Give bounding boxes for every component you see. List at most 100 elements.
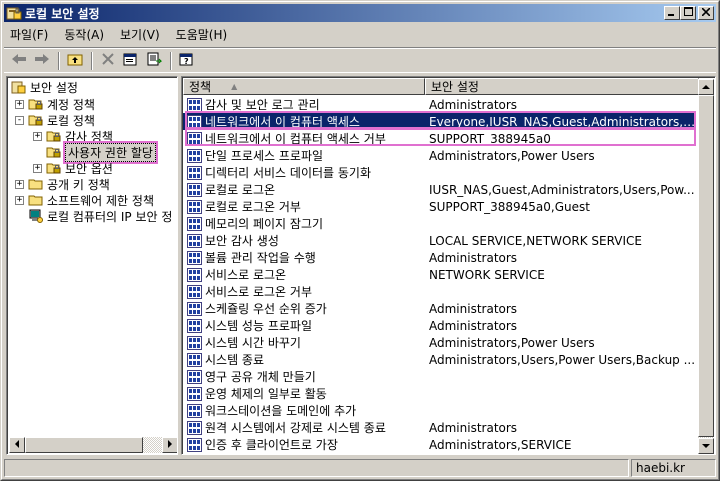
tree-item-label: 보안 설정: [30, 80, 78, 95]
properties-button[interactable]: [120, 51, 142, 71]
policy-name-cell: 서비스로 로그온 거부: [183, 283, 425, 300]
policy-name-cell: 감사 및 보안 로그 관리: [183, 96, 425, 113]
policy-icon: [187, 199, 202, 214]
list-vertical-scrollbar[interactable]: [698, 79, 714, 454]
policy-row[interactable]: 영구 공유 개체 만들기: [183, 368, 696, 385]
expand-icon[interactable]: +: [15, 179, 24, 189]
policy-row[interactable]: 서비스로 로그온 거부: [183, 283, 696, 300]
expand-icon[interactable]: +: [33, 163, 42, 173]
policy-row[interactable]: 인증 후 클라이언트로 가장 Administrators,SERVICE: [183, 436, 696, 453]
status-bar: haebi.kr: [4, 459, 716, 477]
tree-item-root[interactable]: 보안 설정: [11, 79, 78, 95]
svg-text:?: ?: [184, 57, 189, 66]
close-icon: [701, 6, 711, 19]
policy-row[interactable]: 디렉터리 서비스 데이터를 동기화: [183, 164, 696, 181]
back-arrow-icon: [11, 53, 27, 68]
security-setting-cell: Everyone,IUSR_NAS,Guest,Administrators,U…: [429, 114, 696, 129]
menu-file[interactable]: 파일(F): [4, 26, 54, 43]
column-header-policy[interactable]: 정책 ▲: [183, 78, 425, 95]
policy-row[interactable]: 메모리의 페이지 잠그기: [183, 215, 696, 232]
tree-item-label: 계정 정책: [47, 97, 95, 112]
up-folder-button[interactable]: [64, 51, 86, 71]
policy-name: 로컬로 로그온: [205, 183, 276, 197]
tree-item-public-key-policy[interactable]: + 공개 키 정책: [15, 176, 110, 192]
tree-item-software-restriction[interactable]: + 소프트웨어 제한 정책: [15, 192, 154, 208]
policy-row[interactable]: 네트워크에서 이 컴퓨터 액세스 거부 SUPPORT_388945a0: [183, 130, 696, 147]
arrow-up-icon: [702, 83, 710, 92]
back-button[interactable]: [8, 51, 30, 71]
scroll-left-button[interactable]: [9, 437, 25, 453]
security-setting-cell: SUPPORT_388945a0,Guest: [429, 199, 590, 214]
status-text: [4, 459, 629, 477]
security-settings-icon: [6, 5, 22, 21]
maximize-button[interactable]: [680, 6, 696, 20]
policy-name: 영구 공유 개체 만들기: [205, 370, 316, 384]
policy-row[interactable]: 로컬로 로그온 거부 SUPPORT_388945a0,Guest: [183, 198, 696, 215]
policy-row[interactable]: 보안 감사 생성 LOCAL SERVICE,NETWORK SERVICE: [183, 232, 696, 249]
close-button[interactable]: [698, 6, 714, 20]
menu-help[interactable]: 도움말(H): [170, 26, 234, 43]
scroll-track[interactable]: [25, 437, 162, 453]
expand-icon[interactable]: +: [33, 131, 42, 141]
locked-folder-icon: [46, 129, 62, 143]
menu-view[interactable]: 보기(V): [114, 26, 166, 43]
tree-item-account-policy[interactable]: + 계정 정책: [15, 96, 95, 112]
security-setting-cell: NETWORK SERVICE: [429, 267, 545, 282]
forward-button[interactable]: [31, 51, 53, 71]
scroll-thumb[interactable]: [698, 95, 714, 437]
scroll-down-button[interactable]: [698, 438, 714, 454]
policy-row[interactable]: 서비스로 로그온 NETWORK SERVICE: [183, 266, 696, 283]
policy-name: 시스템 시간 바꾸기: [205, 336, 301, 350]
policy-icon: [187, 318, 202, 333]
policy-name-cell: 네트워크에서 이 컴퓨터 액세스: [183, 113, 425, 130]
minimize-button[interactable]: [664, 6, 680, 20]
policy-row[interactable]: 로컬로 로그온 IUSR_NAS,Guest,Administrators,Use…: [183, 181, 696, 198]
arrow-down-icon: [702, 442, 710, 451]
security-setting-cell: Administrators: [429, 97, 518, 112]
policy-name-cell: 운영 체제의 일부로 활동: [183, 385, 425, 402]
help-button[interactable]: ?: [176, 51, 198, 71]
policy-name-cell: 일괄 작업으로 로그온: [183, 453, 425, 454]
policy-name: 네트워크에서 이 컴퓨터 액세스 거부: [205, 132, 386, 146]
security-setting-cell: Administrators,Power Users: [429, 335, 595, 350]
scroll-up-button[interactable]: [698, 79, 714, 95]
policy-row[interactable]: 시스템 성능 프로파일 Administrators: [183, 317, 696, 334]
collapse-icon[interactable]: -: [15, 115, 24, 125]
menu-action[interactable]: 동작(A): [58, 26, 110, 43]
expand-icon[interactable]: +: [15, 99, 24, 109]
policy-row[interactable]: 운영 체제의 일부로 활동: [183, 385, 696, 402]
policy-row[interactable]: 스케쥴링 우선 순위 증가 Administrators: [183, 300, 696, 317]
column-header-setting[interactable]: 보안 설정: [425, 78, 699, 95]
policy-row[interactable]: 워크스테이션을 도메인에 추가: [183, 402, 696, 419]
scroll-right-button[interactable]: [162, 437, 177, 453]
folder-icon: [28, 177, 44, 191]
tree-item-local-policy[interactable]: - 로컬 정책: [15, 112, 95, 128]
policy-name: 워크스테이션을 도메인에 추가: [205, 404, 357, 418]
policy-row[interactable]: 감사 및 보안 로그 관리 Administrators: [183, 96, 696, 113]
tree-item-user-rights-assignment[interactable]: 사용자 권한 할당: [46, 140, 158, 164]
export-list-button[interactable]: [143, 51, 165, 71]
policy-icon: [187, 267, 202, 282]
policy-name-cell: 서비스로 로그온: [183, 266, 425, 283]
arrow-left-icon: [14, 440, 20, 450]
title-bar[interactable]: 로컬 보안 설정: [4, 4, 716, 22]
tree-item-security-options[interactable]: + 보안 옵션: [33, 160, 113, 176]
scroll-thumb[interactable]: [25, 437, 143, 453]
policy-name-cell: 스케쥴링 우선 순위 증가: [183, 300, 425, 317]
expand-icon[interactable]: +: [15, 195, 24, 205]
policy-row[interactable]: 단일 프로세스 프로파일 Administrators,Power Users: [183, 147, 696, 164]
policy-name-cell: 볼륨 관리 작업을 수행: [183, 249, 425, 266]
policy-row[interactable]: 네트워크에서 이 컴퓨터 액세스 Everyone,IUSR_NAS,Guest,…: [183, 113, 696, 130]
policy-row[interactable]: 원격 시스템에서 강제로 시스템 종료 Administrators: [183, 419, 696, 436]
policy-row[interactable]: 볼륨 관리 작업을 수행 Administrators: [183, 249, 696, 266]
tree-item-ip-security[interactable]: 로컬 컴퓨터의 IP 보안 정: [15, 208, 172, 224]
policy-name-cell: 인증 후 클라이언트로 가장: [183, 436, 425, 453]
delete-button[interactable]: [97, 51, 119, 71]
policy-row[interactable]: 일괄 작업으로 로그온SUPPORT_388945a0,IUSR_NAS: [183, 453, 696, 454]
policy-row[interactable]: 시스템 종료 Administrators,Users,Power Users,B…: [183, 351, 696, 368]
policy-row[interactable]: 시스템 시간 바꾸기 Administrators,Power Users: [183, 334, 696, 351]
tree-item-label: 공개 키 정책: [47, 177, 110, 192]
policy-name-cell: 원격 시스템에서 강제로 시스템 종료: [183, 419, 425, 436]
policy-name-cell: 로컬로 로그온: [183, 181, 425, 198]
tree-horizontal-scrollbar[interactable]: [9, 437, 177, 453]
